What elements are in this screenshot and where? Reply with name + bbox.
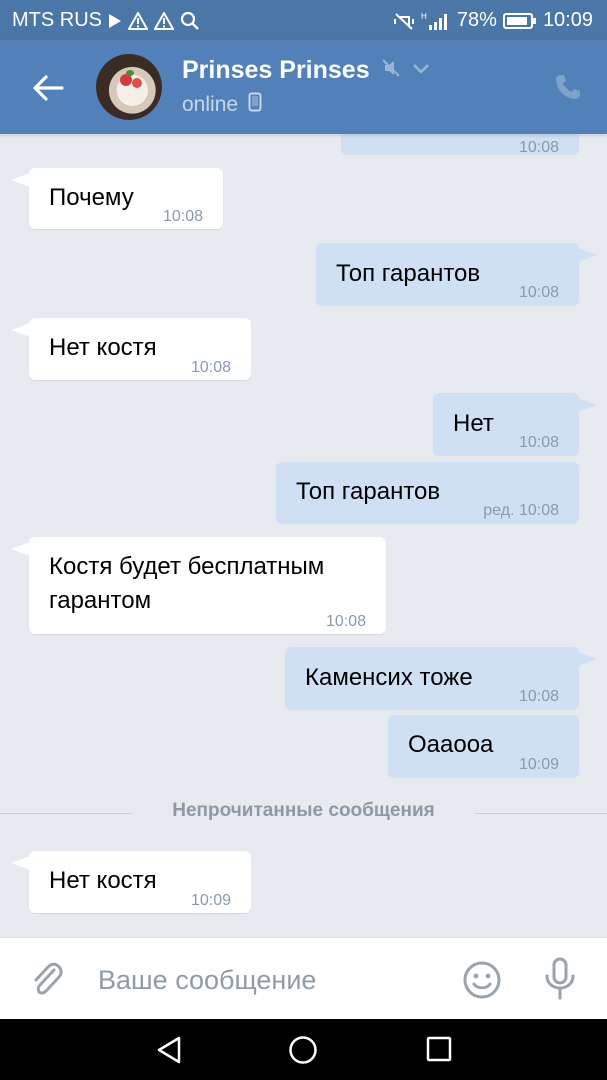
message-bubble-incoming[interactable]: Почему 10:08 <box>11 163 223 229</box>
chat-header: Prinses Prinses online <box>0 40 607 134</box>
search-icon <box>180 11 200 31</box>
message-time: 10:08 <box>518 688 559 705</box>
voice-message-button[interactable] <box>542 956 578 1007</box>
warning-icon <box>128 11 148 30</box>
call-button[interactable] <box>553 72 583 107</box>
message-input[interactable] <box>96 958 440 1002</box>
clock: 10:09 <box>542 9 593 31</box>
battery-percent: 78% <box>456 9 497 31</box>
message-text: Топ гарантов <box>296 478 441 505</box>
message-time: 10:08 <box>325 613 366 630</box>
nav-home-button[interactable] <box>288 1035 318 1070</box>
message-bubble-incoming[interactable]: Нет костя 10:09 <box>11 846 251 913</box>
vibrate-off-icon <box>393 11 415 31</box>
contact-status-row: online <box>182 92 262 117</box>
nav-recents-icon <box>426 1036 452 1062</box>
nav-home-icon <box>289 1036 317 1064</box>
muted-icon <box>380 57 402 84</box>
contact-name: Prinses Prinses <box>182 56 370 84</box>
message-bubble-outgoing[interactable]: Оааоoa 10:09 <box>388 715 579 777</box>
smiley-icon <box>463 961 501 999</box>
unread-divider-label: Непрочитанные сообщения <box>172 800 435 821</box>
edited-label: ред. <box>483 502 515 519</box>
message-bubble-outgoing[interactable]: Нет 10:08 <box>433 388 597 455</box>
message-time: ред. 10:08 <box>483 494 559 528</box>
message-time: 10:08 <box>518 139 559 156</box>
message-bubble-outgoing[interactable]: Топ гарантов 10:08 <box>316 238 597 305</box>
message-text: Каменсих тоже <box>305 664 473 691</box>
system-navigation-bar <box>0 1019 607 1080</box>
message-bubble-incoming[interactable]: Нет костя 10:08 <box>11 313 251 380</box>
message-text: Почему <box>49 184 134 211</box>
message-text: Топ гарантов <box>336 260 481 287</box>
message-bubble-incoming[interactable]: Костя будет бесплатным гарантом 10:08 <box>11 532 386 634</box>
phone-icon <box>556 75 580 99</box>
message-bubble-outgoing[interactable]: Топ гарантов ред. 10:08 <box>276 462 579 523</box>
battery-icon <box>502 12 537 30</box>
message-time: 10:08 <box>518 434 559 451</box>
emoji-button[interactable] <box>462 960 502 1005</box>
nav-back-button[interactable] <box>155 1035 183 1070</box>
paperclip-icon <box>34 962 63 995</box>
microphone-icon <box>545 957 575 1000</box>
carrier-label: MTS RUS <box>12 9 102 31</box>
message-time: 10:09 <box>518 756 559 773</box>
unread-divider: Непрочитанные сообщения <box>0 798 607 828</box>
back-button[interactable] <box>28 70 68 106</box>
svg-text:H: H <box>421 12 427 21</box>
message-time: 10:09 <box>190 892 231 909</box>
message-bubble-outgoing[interactable]: Каменсих тоже 10:08 <box>285 642 597 709</box>
message-time: 10:08 <box>518 284 559 301</box>
mobile-icon <box>248 92 262 117</box>
message-list[interactable]: 10:08 Почему 10:08 Топ гарантов 10:08 Не… <box>0 134 607 937</box>
nav-recents-button[interactable] <box>425 1035 453 1068</box>
avatar[interactable] <box>96 54 162 120</box>
message-time-value: 10:08 <box>518 502 559 519</box>
contact-title[interactable]: Prinses Prinses <box>182 56 430 85</box>
status-bar: MTS RUS H 78% 10:09 <box>0 0 607 40</box>
nav-back-icon <box>157 1036 181 1064</box>
warning-icon <box>154 11 174 30</box>
message-text: Нет <box>453 410 494 437</box>
play-icon <box>108 13 122 29</box>
message-text: Оааоoa <box>408 731 494 758</box>
message-text: Костя будет бесплатным гарантом <box>49 553 325 614</box>
message-time: 10:08 <box>162 208 203 225</box>
composer <box>0 937 607 1020</box>
message-time: 10:08 <box>190 359 231 376</box>
signal-icon: H <box>421 11 451 31</box>
chevron-down-icon <box>412 62 430 80</box>
message-bubble-outgoing[interactable]: 10:08 <box>341 134 579 156</box>
message-text: Нет костя <box>49 334 157 361</box>
message-text: Нет костя <box>49 867 157 894</box>
back-arrow-icon <box>33 75 64 101</box>
contact-status: online <box>182 92 239 116</box>
attach-button[interactable] <box>30 960 66 1005</box>
